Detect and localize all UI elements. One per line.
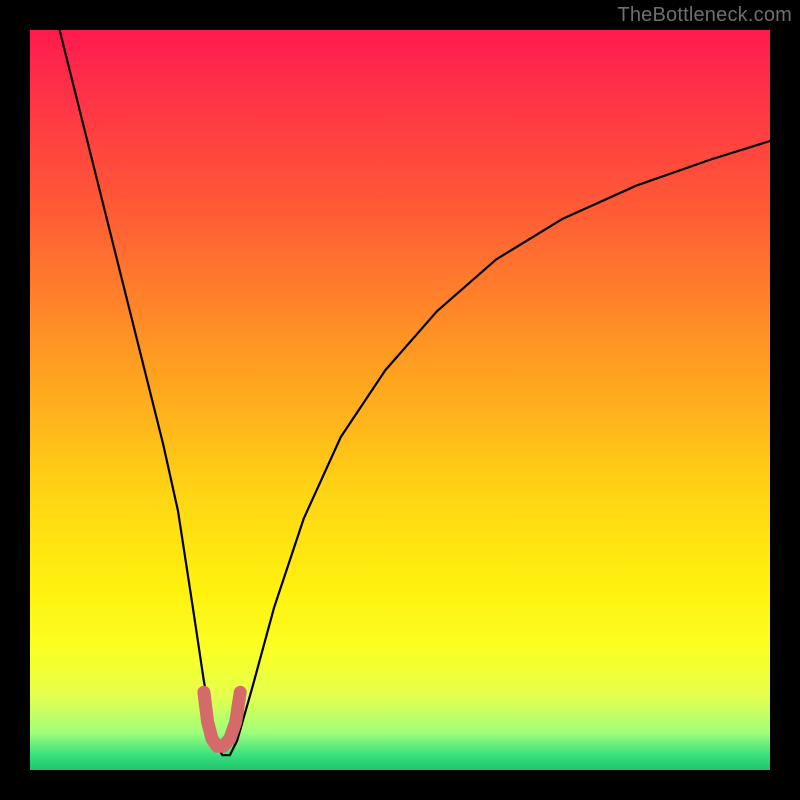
chart-svg (30, 30, 770, 770)
chart-frame: TheBottleneck.com (0, 0, 800, 800)
black-curve (60, 30, 770, 755)
plot-area (30, 30, 770, 770)
watermark-text: TheBottleneck.com (617, 4, 792, 27)
red-marker (204, 692, 240, 746)
